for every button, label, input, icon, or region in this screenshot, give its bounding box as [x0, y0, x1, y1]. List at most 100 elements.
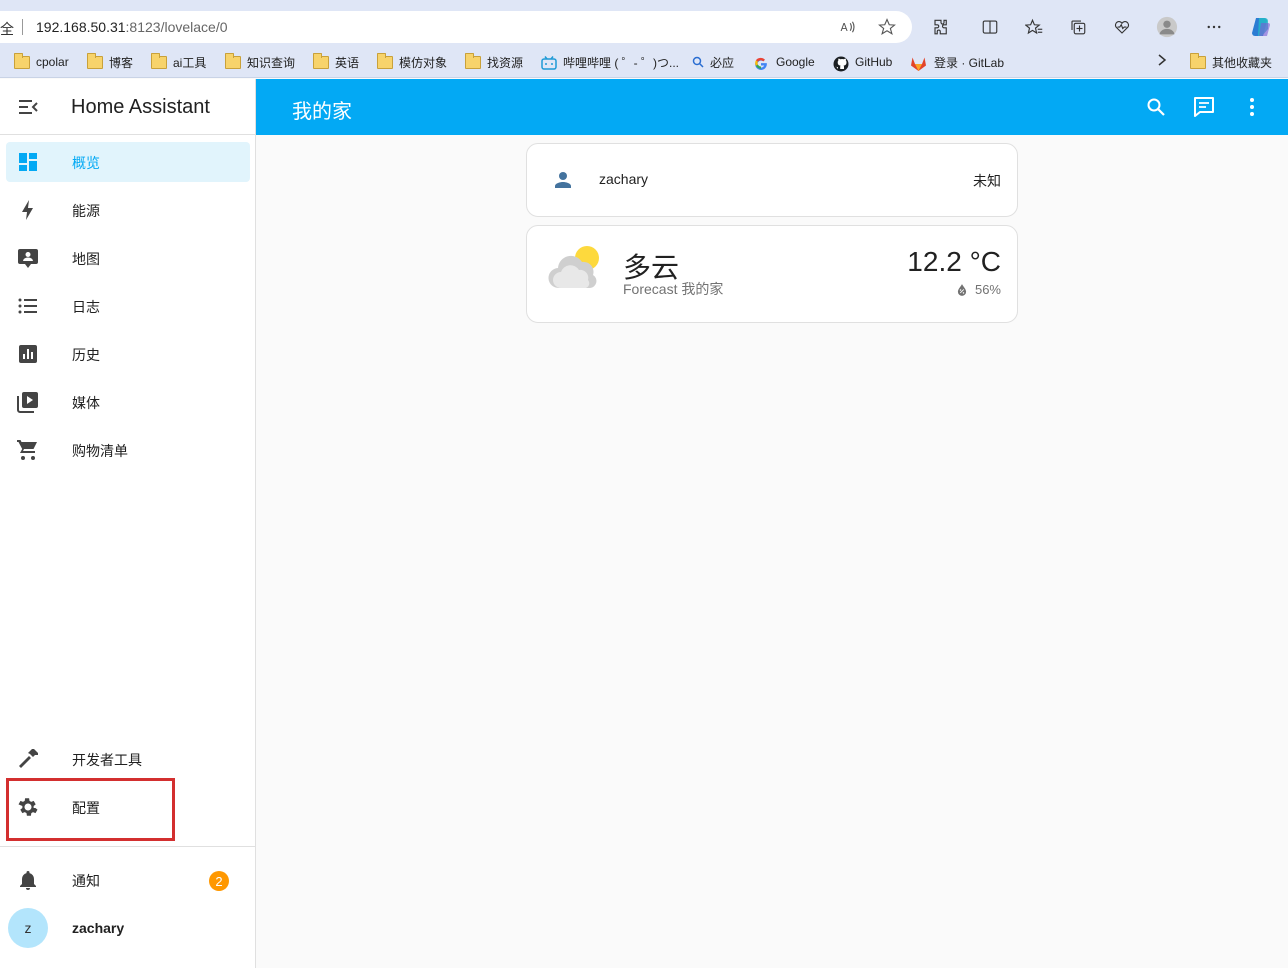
svg-text:A: A — [841, 22, 849, 34]
sidebar-item-developer-tools[interactable]: 开发者工具 — [6, 739, 250, 779]
bookmark-ai-tools[interactable]: ai工具 — [151, 52, 206, 72]
sidebar-item-label: 购物清单 — [72, 443, 128, 459]
bookmark-label: Google — [776, 55, 815, 69]
bookmark-label: 找资源 — [487, 55, 524, 70]
sidebar-item-label: 开发者工具 — [72, 752, 142, 768]
collections-icon[interactable] — [1067, 16, 1089, 38]
folder-icon — [377, 52, 393, 69]
list-icon — [16, 294, 40, 318]
folder-icon — [465, 52, 481, 69]
weather-entity-name: Forecast 我的家 — [623, 281, 724, 297]
bookmark-knowledge[interactable]: 知识查询 — [225, 52, 295, 72]
profile-avatar-icon[interactable] — [1156, 16, 1178, 38]
bookmark-google[interactable]: Google — [754, 52, 815, 72]
bookmark-english[interactable]: 英语 — [313, 52, 359, 72]
bookmark-resources[interactable]: 找资源 — [465, 52, 523, 72]
app-header: 我的家 — [256, 79, 1288, 135]
weather-forecast-card[interactable]: 多云 Forecast 我的家 12.2 °C 56% — [526, 225, 1018, 323]
address-url[interactable]: 192.168.50.31:8123/lovelace/0 — [36, 19, 228, 35]
sidebar-header: Home Assistant — [0, 79, 255, 135]
bing-search-icon — [692, 56, 704, 69]
notification-count-badge: 2 — [209, 871, 229, 891]
bookmarks-bar: cpolar 博客 ai工具 知识查询 英语 模仿对象 找资源 哔哩哔哩 ( ゜… — [0, 46, 1288, 78]
sidebar-divider — [0, 846, 255, 847]
sidebar-item-label: 历史 — [72, 347, 100, 363]
folder-icon — [151, 52, 167, 69]
bookmark-imitate[interactable]: 模仿对象 — [377, 52, 447, 72]
person-state: 未知 — [973, 173, 1001, 189]
address-field[interactable]: 全 192.168.50.31:8123/lovelace/0 A — [0, 11, 912, 43]
sidebar-item-label: 概览 — [72, 155, 100, 171]
github-icon — [833, 56, 849, 71]
sidebar-item-energy[interactable]: 能源 — [6, 190, 250, 230]
bookmark-label: 其他收藏夹 — [1212, 55, 1273, 70]
bookmark-other-favorites[interactable]: 其他收藏夹 — [1190, 52, 1272, 72]
dashboard-icon — [16, 150, 40, 174]
menu-collapse-icon[interactable] — [16, 95, 40, 119]
folder-icon — [87, 52, 103, 69]
search-icon[interactable] — [1144, 95, 1168, 119]
settings-highlight-box — [6, 778, 175, 841]
sidebar-item-notifications[interactable]: 通知 2 — [6, 860, 250, 900]
read-aloud-icon[interactable]: A — [838, 17, 858, 37]
person-icon — [551, 168, 575, 192]
extensions-icon[interactable] — [930, 16, 952, 38]
sidebar-item-map[interactable]: 地图 — [6, 238, 250, 278]
bookmark-label: 模仿对象 — [399, 55, 448, 70]
sidebar-item-media[interactable]: 媒体 — [6, 382, 250, 422]
partly-cloudy-icon — [547, 242, 605, 290]
bookmark-cpolar[interactable]: cpolar — [14, 52, 69, 72]
sidebar-item-label: 能源 — [72, 203, 100, 219]
bookmark-label: ai工具 — [173, 55, 207, 70]
sidebar-item-history[interactable]: 历史 — [6, 334, 250, 374]
assist-chat-icon[interactable] — [1192, 95, 1216, 119]
bookmarks-overflow-chevron-icon[interactable] — [1156, 50, 1168, 70]
bookmark-bing[interactable]: 必应 — [692, 52, 734, 72]
map-account-icon — [16, 246, 40, 270]
overflow-menu-icon[interactable] — [1240, 95, 1264, 119]
humidity-drop-icon — [955, 283, 969, 297]
browser-essentials-icon[interactable] — [1111, 16, 1133, 38]
sidebar-item-shopping-list[interactable]: 购物清单 — [6, 430, 250, 470]
address-prefix: 全 — [0, 21, 14, 37]
lightning-icon — [16, 198, 40, 222]
person-name: zachary — [599, 171, 649, 187]
sidebar-item-logbook[interactable]: 日志 — [6, 286, 250, 326]
sidebar-item-overview[interactable]: 概览 — [6, 142, 250, 182]
bookmark-bilibili[interactable]: 哔哩哔哩 ( ゜- ゜)つ... — [541, 52, 679, 72]
sidebar-item-user[interactable]: z zachary — [6, 908, 250, 948]
favorites-icon[interactable] — [1023, 16, 1045, 38]
cart-icon — [16, 438, 40, 462]
folder-icon — [14, 52, 30, 69]
favorite-star-icon[interactable] — [877, 17, 897, 37]
bookmark-label: GitHub — [855, 55, 893, 69]
bookmark-blog[interactable]: 博客 — [87, 52, 133, 72]
more-options-icon[interactable] — [1203, 16, 1225, 38]
play-box-icon — [16, 390, 40, 414]
gitlab-icon — [910, 56, 926, 71]
folder-icon — [313, 52, 329, 69]
address-separator — [22, 19, 23, 35]
weather-temperature: 12.2 °C — [907, 246, 1001, 277]
sidebar-item-label: 通知 — [72, 873, 100, 889]
bookmark-github[interactable]: GitHub — [833, 52, 892, 72]
google-icon — [754, 56, 770, 70]
bookmark-label: 知识查询 — [247, 55, 296, 70]
folder-icon — [225, 52, 241, 69]
chart-box-icon — [16, 342, 40, 366]
weather-humidity: 56% — [955, 282, 1001, 297]
copilot-icon[interactable] — [1248, 14, 1274, 40]
split-screen-icon[interactable] — [979, 16, 1001, 38]
bell-icon — [16, 868, 40, 892]
bookmark-label: 登录 · GitLab — [934, 55, 1005, 70]
humidity-value: 56% — [974, 282, 1001, 297]
avatar: z — [8, 908, 48, 948]
folder-icon — [1190, 52, 1206, 69]
person-entity-card[interactable]: zachary 未知 — [526, 143, 1018, 217]
user-name: zachary — [72, 920, 125, 936]
page-title: 我的家 — [292, 101, 352, 123]
browser-toolbar: 全 192.168.50.31:8123/lovelace/0 A — [0, 0, 1288, 46]
hammer-icon — [16, 747, 40, 771]
bookmark-gitlab[interactable]: 登录 · GitLab — [910, 52, 1004, 72]
url-path: :8123/lovelace/0 — [125, 19, 228, 35]
